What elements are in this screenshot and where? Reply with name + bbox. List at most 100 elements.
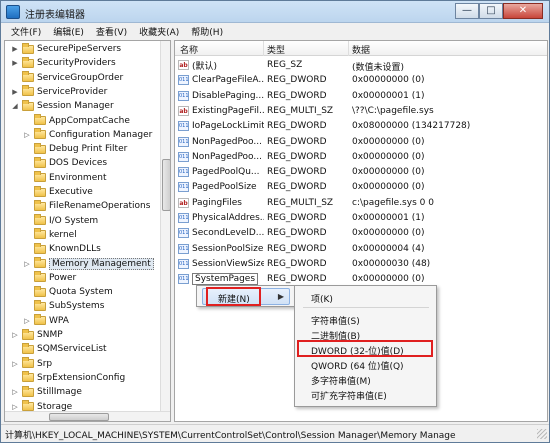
binary-value-icon: 011 bbox=[178, 75, 189, 86]
folder-icon bbox=[22, 71, 34, 83]
tree-item[interactable]: SrpExtensionConfig bbox=[11, 371, 125, 385]
menu-favorites[interactable]: 收藏夹(A) bbox=[133, 23, 185, 39]
tree-item[interactable]: SQMServiceList bbox=[11, 342, 107, 356]
tree-item-label: Session Manager bbox=[37, 101, 114, 112]
tree-item[interactable]: KnownDLLs bbox=[23, 242, 101, 256]
tree-vertical-scrollbar[interactable] bbox=[160, 41, 170, 411]
menu-edit[interactable]: 编辑(E) bbox=[47, 23, 90, 39]
tree-item[interactable]: FileRenameOperations bbox=[23, 199, 150, 213]
tree-item[interactable]: I/O System bbox=[23, 214, 98, 228]
tree-expander-icon[interactable]: ▷ bbox=[11, 331, 19, 339]
column-divider[interactable] bbox=[348, 41, 349, 56]
tree-item[interactable]: Power bbox=[23, 271, 76, 285]
resize-grip-icon[interactable] bbox=[537, 429, 547, 439]
tree-item[interactable]: ▷ Configuration Manager bbox=[23, 128, 152, 142]
tree-item[interactable]: ◢ Session Manager bbox=[11, 99, 114, 113]
binary-value-icon: 011 bbox=[178, 182, 189, 193]
tree-vertical-scroll-thumb[interactable] bbox=[162, 159, 170, 211]
folder-icon bbox=[34, 128, 46, 140]
value-type: REG_DWORD bbox=[267, 121, 327, 132]
minimize-button[interactable]: — bbox=[455, 3, 479, 19]
tree-item[interactable]: ▷ Srp bbox=[11, 357, 52, 371]
column-header-type[interactable]: 类型 bbox=[267, 43, 285, 56]
value-row[interactable]: ab (默认) REG_SZ (数值未设置) bbox=[175, 58, 547, 73]
submenu-item[interactable]: 字符串值(S) bbox=[298, 312, 433, 327]
value-name-cell: 011 NonPagedPoo... bbox=[178, 135, 264, 149]
binary-value-icon: 011 bbox=[178, 90, 189, 101]
tree-item[interactable]: DOS Devices bbox=[23, 156, 107, 170]
tree-item[interactable]: ServiceGroupOrder bbox=[11, 71, 123, 85]
tree-item[interactable]: SubSystems bbox=[23, 299, 104, 313]
tree-item[interactable]: ▷ WPA bbox=[23, 314, 69, 328]
value-type: REG_DWORD bbox=[267, 213, 327, 223]
submenu-item[interactable]: QWORD (64 位)值(Q) bbox=[298, 357, 433, 372]
submenu-item[interactable]: 可扩充字符串值(E) bbox=[298, 387, 433, 402]
value-data: 0x00000001 (1) bbox=[352, 213, 425, 223]
value-type: REG_DWORD bbox=[267, 136, 327, 147]
tree-horizontal-scrollbar[interactable] bbox=[5, 411, 170, 421]
value-row[interactable]: ab ExistingPageFil... REG_MULTI_SZ \??\C:\p… bbox=[175, 104, 547, 118]
tree-item[interactable]: ▷ Memory Management bbox=[23, 257, 154, 271]
binary-value-icon: 011 bbox=[178, 228, 189, 239]
value-row[interactable]: 011 IoPageLockLimit REG_DWORD 0x08000000 (1… bbox=[175, 119, 547, 133]
value-data: 0x00000000 (0) bbox=[352, 182, 425, 193]
value-name-cell: 011 IoPageLockLimit bbox=[178, 119, 264, 133]
tree-item-label: SQMServiceList bbox=[37, 344, 107, 355]
tree-item[interactable]: kernel bbox=[23, 228, 77, 242]
folder-icon bbox=[22, 42, 34, 54]
registry-editor-window: 注册表编辑器 — □ ✕ 文件(F) 编辑(E) 查看(V) 收藏夹(A) 帮助… bbox=[0, 0, 550, 443]
value-row[interactable]: 011 NonPagedPoo... REG_DWORD 0x00000000 (0) bbox=[175, 150, 547, 164]
tree-item[interactable]: Executive bbox=[23, 185, 93, 199]
tree-item[interactable]: ▶ SecurePipeServers bbox=[11, 42, 121, 56]
tree-item[interactable]: Quota System bbox=[23, 285, 113, 299]
submenu-item[interactable]: 二进制值(B) bbox=[298, 327, 433, 342]
value-row[interactable]: 011 NonPagedPoo... REG_DWORD 0x00000000 (0) bbox=[175, 135, 547, 149]
value-row[interactable]: 011 PagedPoolQu... REG_DWORD 0x00000000 (0) bbox=[175, 165, 547, 179]
tree-item[interactable]: ▷ StillImage bbox=[11, 385, 82, 399]
tree-item[interactable]: Environment bbox=[23, 171, 106, 185]
tree-expander-icon[interactable]: ▶ bbox=[11, 59, 19, 67]
value-name-cell: 011 SecondLevelD... bbox=[178, 226, 264, 240]
tree-expander-icon[interactable]: ▶ bbox=[11, 45, 19, 53]
tree-item[interactable]: ▶ SecurityProviders bbox=[11, 56, 116, 70]
value-data: 0x00000000 (0) bbox=[352, 136, 425, 147]
column-header-name[interactable]: 名称 bbox=[180, 43, 198, 56]
tree-item[interactable]: ▷ SNMP bbox=[11, 328, 63, 342]
value-row[interactable]: 011 SecondLevelD... REG_DWORD 0x00000000 (0… bbox=[175, 226, 547, 240]
tree-expander-icon[interactable]: ◢ bbox=[11, 102, 19, 110]
registry-key-tree[interactable]: ▷ Storage ▷ StillImage SrpExtensionConfig ▷ Sr… bbox=[4, 40, 171, 422]
submenu-item[interactable]: 多字符串值(M) bbox=[298, 372, 433, 387]
menu-file[interactable]: 文件(F) bbox=[5, 23, 47, 39]
tree-item[interactable]: AppCompatCache bbox=[23, 114, 130, 128]
menu-help[interactable]: 帮助(H) bbox=[185, 23, 229, 39]
column-divider[interactable] bbox=[263, 41, 264, 56]
tree-item[interactable]: Debug Print Filter bbox=[23, 142, 127, 156]
folder-icon bbox=[34, 185, 46, 197]
value-name: ClearPageFileA... bbox=[192, 75, 264, 86]
value-row[interactable]: 011 ClearPageFileA... REG_DWORD 0x00000000 … bbox=[175, 73, 547, 87]
tree-expander-icon[interactable]: ▶ bbox=[11, 88, 19, 96]
value-row[interactable]: 011 SessionViewSize REG_DWORD 0x00000030 (4… bbox=[175, 257, 547, 271]
submenu-item[interactable]: 项(K) bbox=[298, 290, 433, 305]
tree-expander-icon[interactable]: ▷ bbox=[23, 131, 31, 139]
tree-expander-icon[interactable]: ▷ bbox=[23, 317, 31, 325]
maximize-button[interactable]: □ bbox=[479, 3, 503, 19]
tree-item-label: Memory Management bbox=[49, 257, 154, 270]
value-row[interactable]: ab PagingFiles REG_MULTI_SZ c:\pagefile.sys… bbox=[175, 196, 547, 210]
tree-item[interactable]: ▶ ServiceProvider bbox=[11, 85, 107, 99]
dword-item-highlight-box bbox=[297, 340, 433, 357]
close-button[interactable]: ✕ bbox=[503, 3, 543, 19]
tree-horizontal-scroll-thumb[interactable] bbox=[49, 413, 109, 421]
column-header-data[interactable]: 数据 bbox=[352, 43, 370, 56]
title-bar[interactable]: 注册表编辑器 — □ ✕ bbox=[1, 1, 549, 23]
value-row[interactable]: 011 SessionPoolSize REG_DWORD 0x00000004 (4… bbox=[175, 242, 547, 256]
value-row[interactable]: 011 DisablePaging... REG_DWORD 0x00000001 (… bbox=[175, 89, 547, 103]
tree-expander-icon[interactable]: ▷ bbox=[11, 388, 19, 396]
tree-expander-icon[interactable]: ▷ bbox=[11, 403, 19, 411]
tree-expander-icon[interactable]: ▷ bbox=[11, 360, 19, 368]
value-row[interactable]: 011 PhysicalAddres... REG_DWORD 0x00000001 … bbox=[175, 211, 547, 225]
tree-expander-icon[interactable]: ▷ bbox=[23, 260, 31, 268]
value-row[interactable]: 011 PagedPoolSize REG_DWORD 0x00000000 (0) bbox=[175, 180, 547, 194]
menu-view[interactable]: 查看(V) bbox=[90, 23, 133, 39]
binary-value-icon: 011 bbox=[178, 258, 189, 269]
